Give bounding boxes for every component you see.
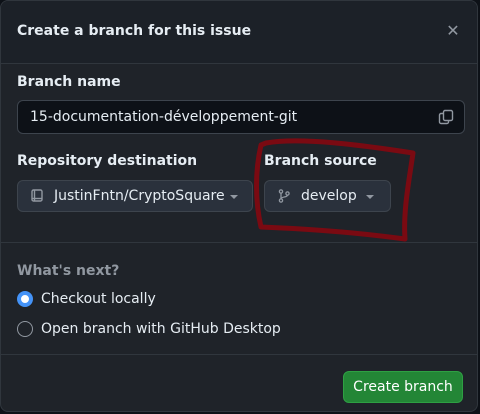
branch-source-label: Branch source bbox=[264, 153, 377, 169]
radio-checkout-locally[interactable]: Checkout locally bbox=[17, 289, 217, 309]
radio-open-github-desktop[interactable]: Open branch with GitHub Desktop bbox=[17, 319, 297, 339]
repo-icon bbox=[31, 189, 43, 202]
copy-icon[interactable] bbox=[438, 109, 454, 125]
whats-next-heading: What's next? bbox=[17, 263, 120, 279]
branch-name-input[interactable]: 15-documentation-développement-git bbox=[17, 100, 465, 134]
branch-name-label: Branch name bbox=[17, 74, 121, 90]
create-branch-button[interactable]: Create branch bbox=[343, 371, 463, 403]
dialog-footer: Create branch bbox=[1, 355, 477, 411]
close-icon[interactable]: ✕ bbox=[443, 21, 463, 41]
chevron-down-icon bbox=[366, 195, 374, 199]
repository-destination-value: JustinFntn/CryptoSquare bbox=[54, 188, 225, 204]
branch-name-value: 15-documentation-développement-git bbox=[30, 109, 298, 125]
radio-checked-icon[interactable] bbox=[17, 291, 33, 307]
chevron-down-icon bbox=[230, 195, 238, 199]
radio-checkout-locally-label: Checkout locally bbox=[41, 291, 156, 307]
repository-destination-button[interactable]: JustinFntn/CryptoSquare bbox=[17, 180, 253, 212]
radio-open-github-desktop-label: Open branch with GitHub Desktop bbox=[41, 321, 281, 337]
branch-source-value: develop bbox=[301, 188, 357, 204]
radio-unchecked-icon[interactable] bbox=[17, 321, 33, 337]
repository-destination-label: Repository destination bbox=[17, 153, 198, 169]
git-branch-icon bbox=[278, 189, 290, 203]
dialog-title: Create a branch for this issue bbox=[17, 23, 252, 39]
create-branch-dialog: Create a branch for this issue ✕ Branch … bbox=[0, 0, 478, 412]
section-divider bbox=[1, 242, 477, 243]
branch-source-button[interactable]: develop bbox=[264, 180, 391, 212]
dialog-header: Create a branch for this issue ✕ bbox=[1, 1, 477, 64]
